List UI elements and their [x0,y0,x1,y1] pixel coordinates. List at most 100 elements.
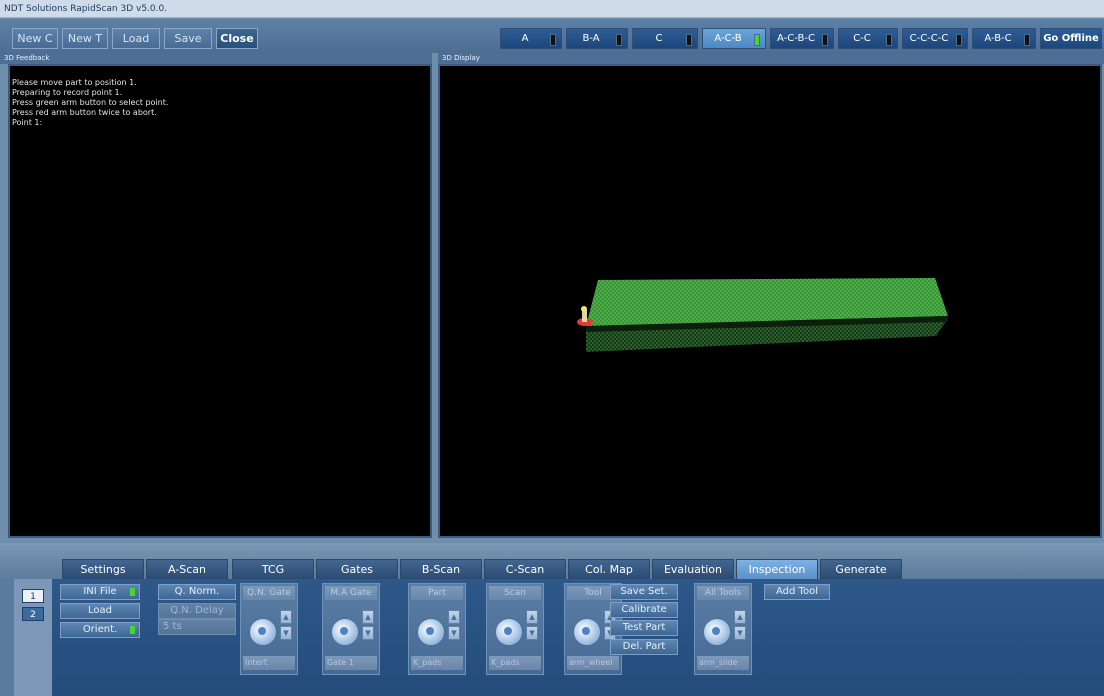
control-group-scan: Scan ▲ ▼ K_pads [486,583,544,675]
q-norm-button[interactable]: Q. Norm. [158,584,236,600]
tab-a-scan[interactable]: A-Scan [146,559,228,579]
view-indicator [616,34,622,46]
view-indicator [886,34,892,46]
arrow-up-icon[interactable]: ▲ [526,610,538,624]
inspection-panel: 1 2 INI File Load Orient. Q. Norm. Q.N. … [0,579,1104,696]
arrow-up-icon[interactable]: ▲ [362,610,374,624]
control-value-field[interactable]: arm_slide [697,656,749,670]
feedback-line: Please move part to position 1. [12,78,137,87]
feedback-panel-title: 3D Feedback [0,53,432,64]
control-value-field[interactable]: K_pads [489,656,541,670]
page-1-button[interactable]: 1 [22,589,44,603]
tab-inspection[interactable]: Inspection [736,559,818,579]
control-group-m-a-gate: M.A Gate ▲ ▼ Gate 1 [322,583,380,675]
go-offline-button[interactable]: Go Offline [1040,28,1102,49]
knob-dial-icon[interactable] [417,618,445,646]
calibrate-button[interactable]: Calibrate [610,602,678,618]
view-button-label: A-B-C [984,33,1012,44]
tab-c-scan[interactable]: C-Scan [484,559,566,579]
view-indicator [822,34,828,46]
tab-col-map[interactable]: Col. Map [568,559,650,579]
tab-b-scan[interactable]: B-Scan [400,559,482,579]
save-set-button[interactable]: Save Set. [610,584,678,600]
control-value-field[interactable]: arm_wheel [567,656,619,670]
knob-dial-icon[interactable] [249,618,277,646]
feedback-text: Please move part to position 1. Preparing… [10,66,430,140]
knob-dial-icon[interactable] [573,618,601,646]
view-button-c-c-c-c[interactable]: C-C-C-C [902,28,968,49]
arrow-down-icon[interactable]: ▼ [448,626,460,640]
control-group-all-tools: All Tools ▲ ▼ arm_slide [694,583,752,675]
control-caption: Scan [489,586,541,600]
view-indicator [550,34,556,46]
view-button-label: C-C [853,33,871,44]
control-caption: All Tools [697,586,749,600]
control-value-field[interactable]: Gate 1 [325,656,377,670]
arrow-up-icon[interactable]: ▲ [280,610,292,624]
control-group-q-n-gate: Q.N. Gate ▲ ▼ Interf. [240,583,298,675]
display-panel-title: 3D Display [438,53,1104,64]
feedback-line: Preparing to record point 1. [12,88,123,97]
tab-bar: Settings A-Scan TCG Gates B-Scan C-Scan Col. M… [0,543,1104,579]
new-c-button[interactable]: New C [12,28,58,49]
arrow-down-icon[interactable]: ▼ [362,626,374,640]
view-button-a-c-b-c[interactable]: A-C-B-C [770,28,834,49]
view-button-c[interactable]: C [632,28,698,49]
orient-label: Orient. [82,624,118,635]
inspection-work-area: INI File Load Orient. Q. Norm. Q.N. Dela… [52,579,1104,696]
feedback-line: Press red arm button twice to abort. [12,108,157,117]
arrow-up-icon[interactable]: ▲ [734,610,746,624]
view-button-a-b-c[interactable]: A-B-C [972,28,1036,49]
view-button-label: C [655,33,663,44]
close-button[interactable]: Close [216,28,258,49]
arrow-up-icon[interactable]: ▲ [448,610,460,624]
view-button-c-c[interactable]: C-C [838,28,898,49]
tab-evaluation[interactable]: Evaluation [652,559,734,579]
ini-file-label: INI File [83,586,117,597]
3d-view[interactable] [440,66,1100,536]
load-ini-button[interactable]: Load [60,603,140,619]
feedback-panel: Please move part to position 1. Preparing… [8,64,432,538]
control-value-field[interactable]: Interf. [243,656,295,670]
control-caption: Q.N. Gate [243,586,295,600]
control-value-field[interactable]: K_pads [411,656,463,670]
tab-settings[interactable]: Settings [62,559,144,579]
display-panel[interactable] [438,64,1102,538]
del-part-button[interactable]: Del. Part [610,639,678,655]
view-button-b-a[interactable]: B-A [566,28,628,49]
orient-indicator [130,626,135,634]
knob-dial-icon[interactable] [495,618,523,646]
arrow-down-icon[interactable]: ▼ [280,626,292,640]
view-button-a-c-b[interactable]: A-C-B [702,28,766,49]
view-button-label: C-C-C-C [909,33,949,44]
new-t-button[interactable]: New T [62,28,108,49]
view-indicator [956,34,962,46]
view-button-a[interactable]: A [500,28,562,49]
tab-gates[interactable]: Gates [316,559,398,579]
knob-dial-icon[interactable] [703,618,731,646]
control-caption: M.A Gate [325,586,377,600]
view-button-label: A-C-B [714,33,742,44]
toolbar: New C New T Load Save Close A B-A C A-C-B A-… [0,19,1104,53]
view-button-label: B-A [582,33,600,44]
knob-dial-icon[interactable] [331,618,359,646]
feedback-line: Point 1: [12,118,43,127]
feedback-line: Press green arm button to select point. [12,98,169,107]
arrow-down-icon[interactable]: ▼ [526,626,538,640]
tab-generate[interactable]: Generate [820,559,902,579]
view-indicator [686,34,692,46]
control-group-part: Part ▲ ▼ K_pads [408,583,466,675]
orient-button[interactable]: Orient. [60,622,140,638]
ini-file-indicator [130,588,135,596]
tab-tcg[interactable]: TCG [232,559,314,579]
ini-file-button[interactable]: INI File [60,584,140,600]
save-button[interactable]: Save [164,28,212,49]
add-tool-button[interactable]: Add Tool [764,584,830,600]
view-indicator [754,34,760,46]
probe-tip [581,306,587,312]
test-part-button[interactable]: Test Part [610,620,678,636]
qn-delay-field[interactable]: 5 ts [158,619,236,635]
page-2-button[interactable]: 2 [22,607,44,621]
load-button[interactable]: Load [112,28,160,49]
arrow-down-icon[interactable]: ▼ [734,626,746,640]
